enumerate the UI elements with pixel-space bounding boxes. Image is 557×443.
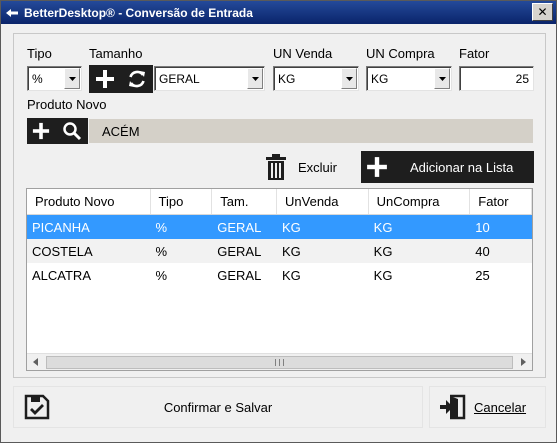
table-cell: % [155,243,168,259]
un-compra-value: KG [371,71,389,86]
chevron-down-icon[interactable] [247,68,263,89]
search-icon [62,122,81,141]
scroll-track[interactable] [44,354,515,371]
table-row[interactable]: PICANHA % GERAL KG KG 10 [27,215,532,239]
title-bar: BetterDesktop® - Conversão de Entrada ✕ [1,1,556,24]
un-venda-value: KG [278,71,296,86]
tipo-select[interactable]: % [27,66,82,91]
tipo-value: % [32,71,43,86]
trash-icon [266,154,286,180]
adicionar-label: Adicionar na Lista [410,159,514,175]
table-cell: KG [373,267,393,283]
produto-novo-value: ACÉM [102,123,140,139]
refresh-tamanho-button[interactable] [120,65,153,93]
add-produto-button[interactable] [27,118,55,144]
table-cell: KG [282,243,301,259]
table-cell: GERAL [217,243,262,259]
table-cell: % [155,219,168,235]
table-cell: 40 [475,243,490,259]
un-venda-select[interactable]: KG [273,66,359,91]
plus-icon [32,122,50,140]
column-header[interactable]: Tam. [212,189,278,214]
column-header[interactable]: UnVenda [277,189,369,214]
table-cell: COSTELA [32,243,93,259]
horizontal-scrollbar[interactable] [27,353,532,370]
search-produto-button[interactable] [55,118,88,144]
scroll-thumb[interactable] [46,355,513,369]
scroll-left-icon[interactable] [27,354,44,371]
table-cell: GERAL [217,267,262,283]
grip-icon [275,358,284,366]
excluir-label: Excluir [298,159,338,175]
table-row[interactable]: COSTELA % GERAL KG KG 40 [27,239,532,263]
fator-label: Fator [459,46,490,61]
table-cell: KG [373,219,393,235]
table-cell: KG [282,267,301,283]
app-icon [5,6,21,20]
confirm-save-label: Confirmar e Salvar [163,399,273,415]
table-cell: % [155,267,168,283]
tipo-label: Tipo [27,46,52,61]
excluir-button[interactable]: Excluir [264,151,354,183]
tamanho-select[interactable]: GERAL [154,66,265,91]
adicionar-na-lista-button[interactable]: Adicionar na Lista [361,151,534,183]
plus-icon [95,70,114,88]
table-cell: KG [282,219,301,235]
main-window: BetterDesktop® - Conversão de Entrada ✕ … [0,0,557,443]
close-icon: ✕ [537,5,548,19]
column-header[interactable]: Tipo [151,189,213,214]
produto-novo-label: Produto Novo [27,97,107,112]
conversion-grid[interactable]: Produto Novo Tipo Tam. UnVenda UnCompra … [26,188,533,371]
column-header[interactable]: Produto Novo [27,189,151,214]
scroll-right-icon[interactable] [515,354,532,371]
un-compra-select[interactable]: KG [366,66,452,91]
table-cell: 25 [475,267,490,283]
un-compra-label: UN Compra [366,46,435,61]
table-cell: 10 [475,219,490,235]
un-venda-label: UN Venda [273,46,333,61]
cancel-button[interactable]: Cancelar [429,386,546,428]
table-cell: ALCATRA [32,267,91,283]
window-title: BetterDesktop® - Conversão de Entrada [24,5,253,20]
chevron-down-icon[interactable] [434,68,450,89]
tamanho-value: GERAL [159,71,200,86]
fator-input[interactable]: 25 [459,66,534,91]
table-cell: GERAL [217,219,262,235]
plus-icon [367,157,387,177]
chevron-down-icon[interactable] [64,68,80,89]
column-header[interactable]: UnCompra [369,189,471,214]
exit-door-icon [440,394,466,420]
refresh-icon [128,70,145,88]
tamanho-label: Tamanho [89,46,143,61]
table-row[interactable]: ALCATRA % GERAL KG KG 25 [27,263,532,287]
cancel-label: Cancelar [474,399,527,415]
chevron-down-icon[interactable] [341,68,357,89]
add-tamanho-button[interactable] [89,65,120,93]
fator-value: 25 [515,71,529,86]
close-button[interactable]: ✕ [532,3,553,21]
confirm-save-button[interactable]: Confirmar e Salvar [13,386,423,428]
table-cell: PICANHA [32,219,90,235]
column-header[interactable]: Fator [470,189,533,214]
grid-header: Produto Novo Tipo Tam. UnVenda UnCompra … [27,189,533,215]
produto-novo-field[interactable]: ACÉM [89,119,533,143]
table-cell: KG [373,243,393,259]
